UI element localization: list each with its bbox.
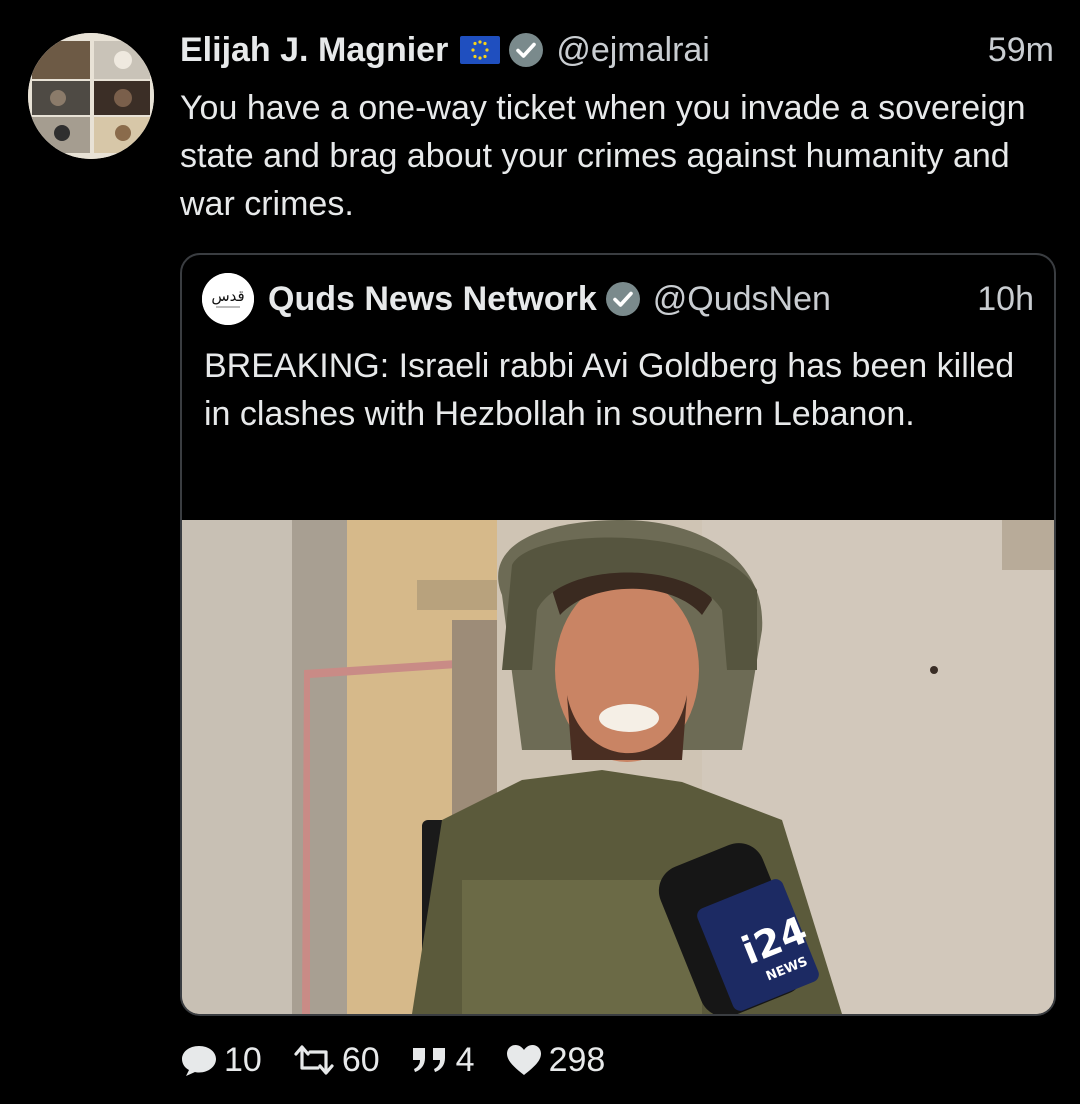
- quoted-avatar-logo-text: قدس: [211, 287, 244, 305]
- quoted-author-name[interactable]: Quds News Network: [268, 280, 597, 319]
- quoted-author-avatar[interactable]: قدس: [202, 273, 254, 325]
- quoted-author-handle[interactable]: @QudsNen: [653, 280, 831, 319]
- author-handle[interactable]: @ejmalrai: [556, 24, 710, 76]
- author-name[interactable]: Elijah J. Magnier: [180, 24, 448, 76]
- quote-count: 4: [455, 1040, 475, 1079]
- retweet-button[interactable]: 60: [292, 1041, 380, 1080]
- retweet-count: 60: [341, 1040, 380, 1079]
- tweet-text: You have a one-way ticket when you invad…: [180, 89, 1026, 223]
- like-count: 298: [548, 1040, 606, 1079]
- quoted-tweet-photo[interactable]: i24 NEWS: [182, 520, 1054, 1014]
- quoted-tweet-timestamp[interactable]: 10h: [977, 280, 1034, 319]
- verified-badge-icon: [605, 281, 641, 317]
- author-avatar[interactable]: [28, 33, 154, 159]
- retweet-icon: [294, 1045, 334, 1075]
- quote-icon: [412, 1048, 445, 1072]
- reply-icon: [182, 1046, 216, 1076]
- reply-count: 10: [224, 1040, 262, 1079]
- heart-icon: [506, 1045, 541, 1075]
- like-button[interactable]: 298: [505, 1040, 606, 1080]
- quoted-tweet-card[interactable]: قدس Quds News Network @QudsNen 10h BREAK…: [180, 253, 1056, 1016]
- quote-tweets-button[interactable]: 4: [410, 1041, 475, 1080]
- verified-badge-icon: [508, 32, 544, 68]
- tweet-actions: 10 60 4 298: [180, 1036, 635, 1084]
- quoted-tweet-header: قدس Quds News Network @QudsNen 10h: [202, 273, 1034, 325]
- tweet-timestamp[interactable]: 59m: [988, 24, 1054, 76]
- quoted-tweet-text: BREAKING: Israeli rabbi Avi Goldberg has…: [204, 347, 1015, 433]
- reply-button[interactable]: 10: [180, 1041, 262, 1080]
- tweet-header: Elijah J. Magnier @ejmalrai 59m: [180, 24, 1054, 76]
- eu-flag-icon: [460, 36, 501, 64]
